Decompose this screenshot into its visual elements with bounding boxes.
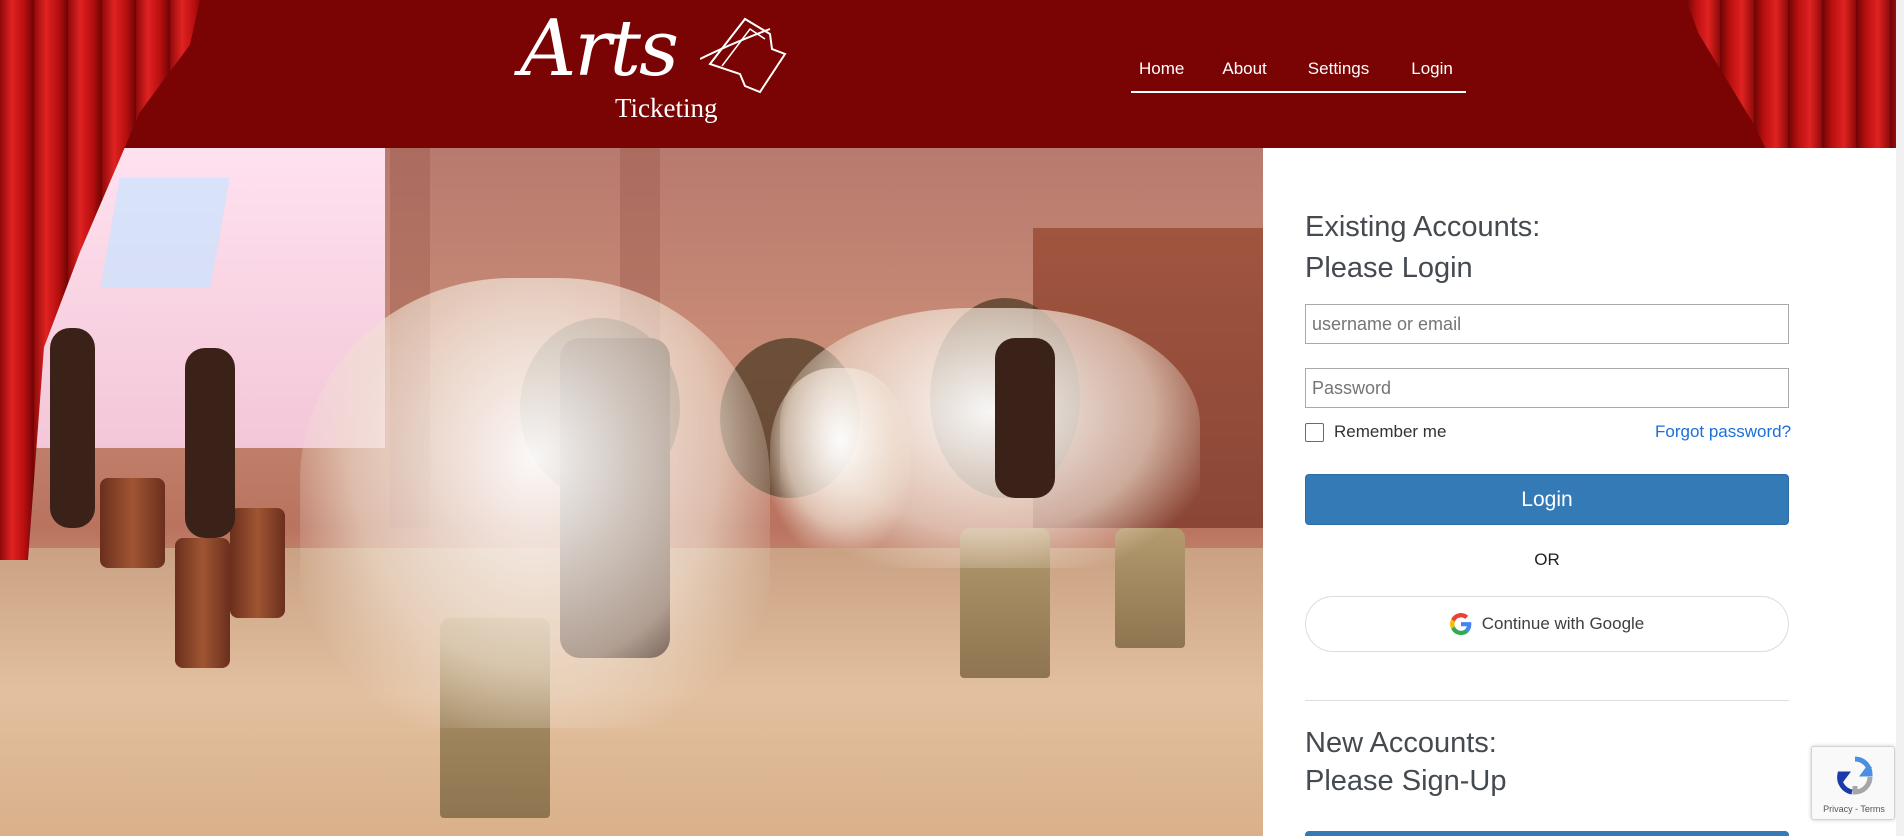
recaptcha-badge[interactable]: Privacy - Terms	[1811, 746, 1895, 820]
google-icon	[1449, 613, 1472, 635]
password-input[interactable]	[1305, 368, 1789, 408]
signup-heading-line2: Please Sign-Up	[1305, 765, 1507, 797]
nav-settings[interactable]: Settings	[1308, 52, 1369, 91]
nav-home[interactable]: Home	[1139, 52, 1184, 91]
logo-subtitle: Ticketing	[615, 93, 718, 123]
ticket-icon	[700, 17, 787, 94]
scrollbar[interactable]	[1896, 0, 1904, 836]
nav-about[interactable]: About	[1222, 52, 1266, 91]
arts-ticketing-logo[interactable]: Arts Ticketing	[520, 10, 795, 130]
section-divider	[1305, 700, 1789, 701]
remember-me-checkbox[interactable]	[1305, 422, 1324, 442]
remember-me[interactable]: Remember me	[1305, 422, 1446, 442]
site-header: Arts Ticketing Home About Settings Login	[0, 0, 1904, 148]
login-heading-line2: Please Login	[1305, 252, 1473, 284]
signup-button[interactable]	[1305, 831, 1789, 836]
nav-login[interactable]: Login	[1411, 52, 1453, 91]
recaptcha-icon	[1837, 756, 1873, 795]
hero-dance-photo	[0, 148, 1263, 836]
login-button[interactable]: Login	[1305, 474, 1789, 525]
google-button-label: Continue with Google	[1481, 614, 1645, 633]
main-nav: Home About Settings Login	[1131, 52, 1466, 93]
login-heading-line1: Existing Accounts:	[1305, 211, 1541, 243]
signup-heading-line1: New Accounts:	[1305, 727, 1497, 759]
forgot-password-link[interactable]: Forgot password?	[1655, 422, 1791, 442]
username-input[interactable]	[1305, 304, 1789, 344]
continue-with-google-button[interactable]: Continue with Google	[1305, 596, 1789, 652]
remember-me-label: Remember me	[1334, 422, 1447, 441]
recaptcha-text[interactable]: Privacy - Terms	[1812, 804, 1896, 814]
or-separator: OR	[1534, 550, 1560, 569]
logo-script-text: Arts	[520, 4, 679, 94]
